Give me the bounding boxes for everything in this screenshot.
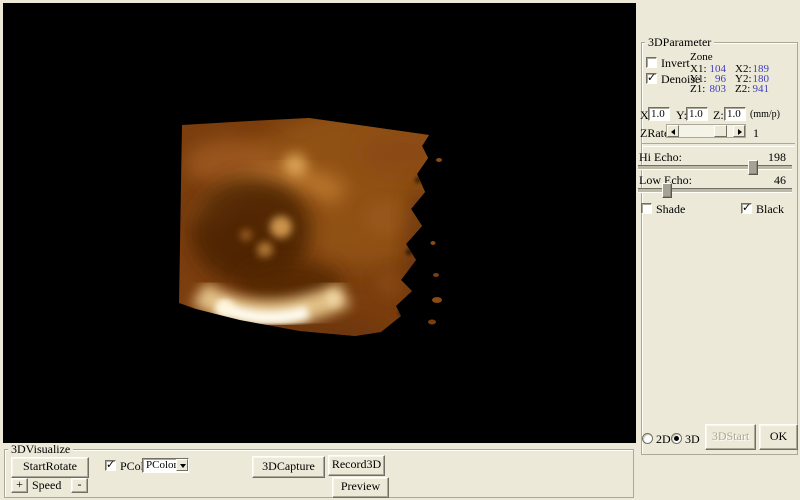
zone-label: Zone	[690, 52, 713, 63]
ok-button[interactable]: OK	[759, 424, 798, 450]
shade-label: Shade	[656, 203, 685, 215]
hi-echo-slider-thumb[interactable]	[748, 160, 758, 175]
pcolor-dropdown[interactable]: PColor	[142, 458, 189, 473]
scale-z-input[interactable]	[724, 107, 746, 121]
start-rotate-button[interactable]: StartRotate	[11, 457, 89, 478]
render-viewport[interactable]	[3, 3, 636, 443]
zrate-scroll-left-button[interactable]	[667, 125, 679, 137]
record3d-button[interactable]: Record3D	[328, 455, 385, 476]
hi-echo-value: 198	[756, 151, 786, 163]
3dstart-button[interactable]: 3DStart	[705, 424, 756, 450]
zrate-label: ZRate	[640, 127, 669, 139]
chevron-down-icon	[180, 464, 186, 468]
arrow-right-icon	[738, 129, 742, 135]
scale-z-label: Z:	[713, 109, 724, 121]
black-label: Black	[756, 203, 784, 215]
invert-checkbox[interactable]	[646, 57, 657, 68]
black-checkbox[interactable]	[741, 203, 752, 214]
speed-minus-button[interactable]: -	[71, 478, 88, 493]
speed-plus-button[interactable]: +	[11, 478, 28, 493]
hi-echo-label: Hi Echo:	[639, 151, 682, 163]
visualize-group-title: 3DVisualize	[8, 443, 73, 455]
zone-z1-value: 803	[700, 84, 726, 95]
mode-2d-label: 2D	[656, 433, 671, 445]
zrate-scrollbar[interactable]	[666, 124, 746, 138]
mode-3d-label: 3D	[685, 433, 700, 445]
parameter-groupbox	[641, 42, 798, 455]
mode-2d-radio[interactable]	[642, 433, 653, 444]
arrow-left-icon	[671, 129, 675, 135]
pcolor-dropdown-button[interactable]	[176, 459, 188, 471]
low-echo-slider-thumb[interactable]	[662, 183, 672, 198]
zone-z2-value: 941	[746, 84, 769, 95]
application-window: 3DParameter Invert Denoise Zone X1: 104 …	[0, 0, 800, 500]
shade-checkbox[interactable]	[641, 203, 652, 214]
zrate-scroll-thumb[interactable]	[714, 125, 727, 137]
scale-x-input[interactable]	[648, 107, 670, 121]
hi-echo-slider-track[interactable]	[638, 165, 792, 169]
mode-3d-radio[interactable]	[671, 433, 682, 444]
zrate-value: 1	[753, 127, 759, 139]
parameter-group-title: 3DParameter	[645, 36, 714, 48]
scale-y-input[interactable]	[686, 107, 708, 121]
denoise-checkbox[interactable]	[646, 73, 657, 84]
speed-label: Speed	[32, 479, 61, 491]
preview-button[interactable]: Preview	[332, 477, 389, 498]
3dcapture-button[interactable]: 3DCapture	[252, 456, 325, 478]
pcolor-dropdown-value: PColor	[146, 459, 177, 472]
pcolor-checkbox[interactable]	[105, 460, 116, 471]
invert-label: Invert	[661, 57, 690, 69]
zrate-scroll-right-button[interactable]	[733, 125, 745, 137]
scale-unit-label: (mm/p)	[750, 110, 780, 120]
separator-line	[642, 143, 795, 147]
low-echo-value: 46	[756, 174, 786, 186]
ultrasound-volume-image	[3, 3, 636, 443]
